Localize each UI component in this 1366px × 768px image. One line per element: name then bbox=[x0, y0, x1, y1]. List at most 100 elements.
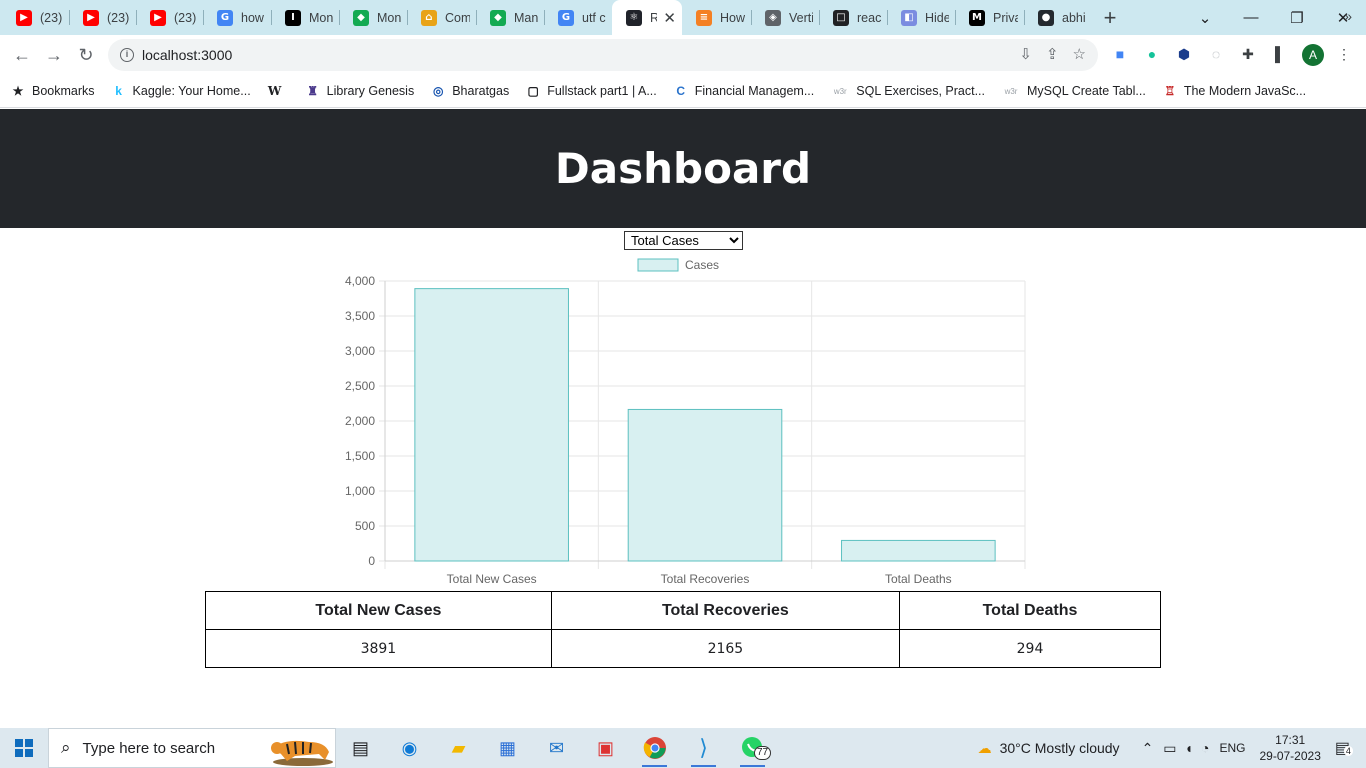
chart-svg: 0 500 1,000 1,500 2,000 2,500 3,000 3,500 4,000 T… bbox=[345, 258, 1026, 586]
new-tab-button[interactable]: + bbox=[1092, 0, 1128, 35]
tab-title: abhi2 bbox=[1062, 10, 1086, 25]
bookmark-item[interactable]: ◎ Bharatgas bbox=[430, 83, 509, 99]
browser-tab[interactable]: ▶ (23) U bbox=[69, 0, 136, 35]
browser-tab[interactable]: ⌂ Com bbox=[407, 0, 476, 35]
bookmark-item[interactable]: ★ Bookmarks bbox=[10, 83, 95, 99]
share-icon[interactable]: ⇪ bbox=[1046, 45, 1059, 63]
tab-title: Mong bbox=[309, 10, 333, 25]
browser-tab[interactable]: I Mong bbox=[271, 0, 339, 35]
minimize-icon[interactable]: — bbox=[1228, 0, 1274, 35]
metric-select[interactable]: Total Cases bbox=[624, 231, 743, 250]
browser-tab[interactable]: Gutf co bbox=[544, 0, 612, 35]
youtube-icon: ▶ bbox=[150, 9, 166, 26]
notification-count: 4 bbox=[1343, 746, 1353, 756]
square-icon: ▢ bbox=[527, 84, 539, 98]
tab-title: (23) 3 bbox=[174, 10, 197, 25]
browser-tab[interactable]: ▶ (23) Y bbox=[2, 0, 69, 35]
chrome-icon[interactable] bbox=[630, 728, 679, 768]
taskbar-search-box[interactable]: ⌕ Type here to search bbox=[48, 728, 336, 768]
value-total-new-cases: 3891 bbox=[205, 629, 552, 668]
whatsapp-badge: 77 bbox=[754, 746, 772, 760]
tab-title: Vertic bbox=[789, 10, 813, 25]
battery-icon[interactable]: ▭ bbox=[1163, 740, 1176, 757]
browser-tab[interactable]: ≡ How bbox=[682, 0, 751, 35]
bookmark-label: Bookmarks bbox=[32, 84, 95, 98]
bookmark-item[interactable]: w3r MySQL Create Tabl... bbox=[1001, 83, 1146, 99]
windows-start-icon[interactable] bbox=[0, 728, 48, 768]
browser-tab[interactable]: □ react- bbox=[819, 0, 887, 35]
weather-icon[interactable]: ☁ bbox=[978, 740, 992, 757]
close-window-icon[interactable]: ✕ bbox=[1320, 0, 1366, 35]
whatsapp-icon[interactable]: 77 bbox=[728, 728, 777, 768]
browser-tab[interactable]: ⚛ Re ✕ bbox=[612, 0, 682, 35]
site-info-icon[interactable]: i bbox=[120, 48, 134, 62]
bookmark-item[interactable]: k Kaggle: Your Home... bbox=[111, 83, 250, 99]
mail-icon[interactable]: ✉ bbox=[532, 728, 581, 768]
bookmark-item[interactable]: W bbox=[267, 83, 289, 99]
password-icon[interactable]: ⬢ bbox=[1174, 44, 1194, 64]
address-bar[interactable]: i localhost:3000 ⇩ ⇪ ☆ bbox=[108, 39, 1098, 71]
react-icon: ⚛ bbox=[626, 9, 642, 26]
network-icon[interactable]: ◔ bbox=[1201, 740, 1209, 756]
browser-tab[interactable]: ◈ Vertic bbox=[751, 0, 819, 35]
bookmark-item[interactable]: C Financial Managem... bbox=[673, 83, 814, 99]
store-icon[interactable]: ▦ bbox=[483, 728, 532, 768]
dashboard-header: Dashboard bbox=[0, 109, 1366, 228]
edge-icon[interactable]: ◉ bbox=[385, 728, 434, 768]
reload-icon[interactable]: ↻ bbox=[70, 39, 102, 71]
extension-icon[interactable]: ■ bbox=[1110, 44, 1130, 64]
clock[interactable]: 17:31 29-07-2023 bbox=[1259, 732, 1320, 764]
gift-icon[interactable]: ▣ bbox=[581, 728, 630, 768]
bookmark-item[interactable]: ▢ Fullstack part1 | A... bbox=[525, 83, 657, 99]
tab-title: how c bbox=[241, 10, 265, 25]
tab-title: utf co bbox=[582, 10, 606, 25]
bookmark-item[interactable]: ♜ Library Genesis bbox=[305, 83, 414, 99]
timer-icon[interactable]: ◌ bbox=[1206, 44, 1226, 64]
notifications-icon[interactable]: ▤ 4 bbox=[1335, 738, 1353, 758]
bookmark-item[interactable]: w3r SQL Exercises, Pract... bbox=[830, 83, 985, 99]
volume-icon[interactable]: ◖ bbox=[1185, 740, 1193, 756]
install-icon[interactable]: ⇩ bbox=[1019, 45, 1032, 63]
clock-date: 29-07-2023 bbox=[1259, 749, 1321, 763]
tab-title: How bbox=[720, 10, 745, 25]
bookmark-star-icon[interactable]: ☆ bbox=[1073, 45, 1086, 63]
browser-tab[interactable]: ● abhi2 bbox=[1024, 0, 1092, 35]
bookmark-label: MySQL Create Tabl... bbox=[1027, 84, 1146, 98]
forward-icon[interactable]: → bbox=[38, 39, 70, 71]
browser-tab[interactable]: ◆ Mong bbox=[339, 0, 407, 35]
side-panel-icon[interactable]: ▌ bbox=[1270, 44, 1290, 64]
menu-kebab-icon[interactable]: ⋮ bbox=[1334, 44, 1354, 64]
bookmark-item[interactable]: ♖ The Modern JavaSc... bbox=[1162, 83, 1306, 99]
back-icon[interactable]: ← bbox=[6, 39, 38, 71]
language-indicator[interactable]: ENG bbox=[1219, 741, 1245, 755]
y-tick-label: 2,000 bbox=[345, 414, 375, 428]
star-icon: ★ bbox=[12, 84, 24, 98]
browser-tab[interactable]: ▶ (23) 3 bbox=[136, 0, 203, 35]
browser-tab[interactable]: ◧ Hide bbox=[887, 0, 955, 35]
tab-search-icon[interactable]: ⌄ bbox=[1182, 0, 1228, 35]
chevron-up-icon[interactable]: ⌃ bbox=[1142, 740, 1154, 757]
grammarly-icon[interactable]: ● bbox=[1142, 44, 1162, 64]
medium-icon: M bbox=[969, 9, 985, 26]
tab-title: react- bbox=[857, 10, 881, 25]
vscode-icon[interactable]: ⟩ bbox=[679, 728, 728, 768]
stackoverflow-icon: ≡ bbox=[696, 9, 712, 26]
browser-tab[interactable]: Ghow c bbox=[203, 0, 271, 35]
tiger-illustration-icon bbox=[271, 740, 333, 766]
header-total-deaths: Total Deaths bbox=[899, 591, 1161, 630]
browser-tab[interactable]: M Privat bbox=[955, 0, 1024, 35]
tab-strip: ▶ (23) Y ▶ (23) U ▶ (23) 3 Ghow c I Mong ◆ Mong ⌂ Co… bbox=[0, 0, 1366, 35]
tab-title: Mong bbox=[377, 10, 401, 25]
system-tray: ☁ 30°C Mostly cloudy ⌃ ▭ ◖ ◔ ENG 17:31 2… bbox=[978, 728, 1366, 768]
weather-text[interactable]: 30°C Mostly cloudy bbox=[1000, 740, 1120, 756]
browser-tab[interactable]: ◆ Many bbox=[476, 0, 544, 35]
bookmarks-overflow-icon[interactable]: » bbox=[1344, 8, 1352, 24]
restore-icon[interactable]: ❐ bbox=[1274, 0, 1320, 35]
profile-avatar[interactable]: A bbox=[1302, 44, 1324, 66]
close-tab-icon[interactable]: ✕ bbox=[663, 9, 676, 27]
file-explorer-icon[interactable]: ▰ bbox=[434, 728, 483, 768]
kaggle-icon: k bbox=[115, 84, 122, 98]
extensions-puzzle-icon[interactable]: ✚ bbox=[1238, 44, 1258, 64]
url-text: localhost:3000 bbox=[142, 47, 233, 63]
task-view-icon[interactable]: ▤ bbox=[336, 728, 385, 768]
